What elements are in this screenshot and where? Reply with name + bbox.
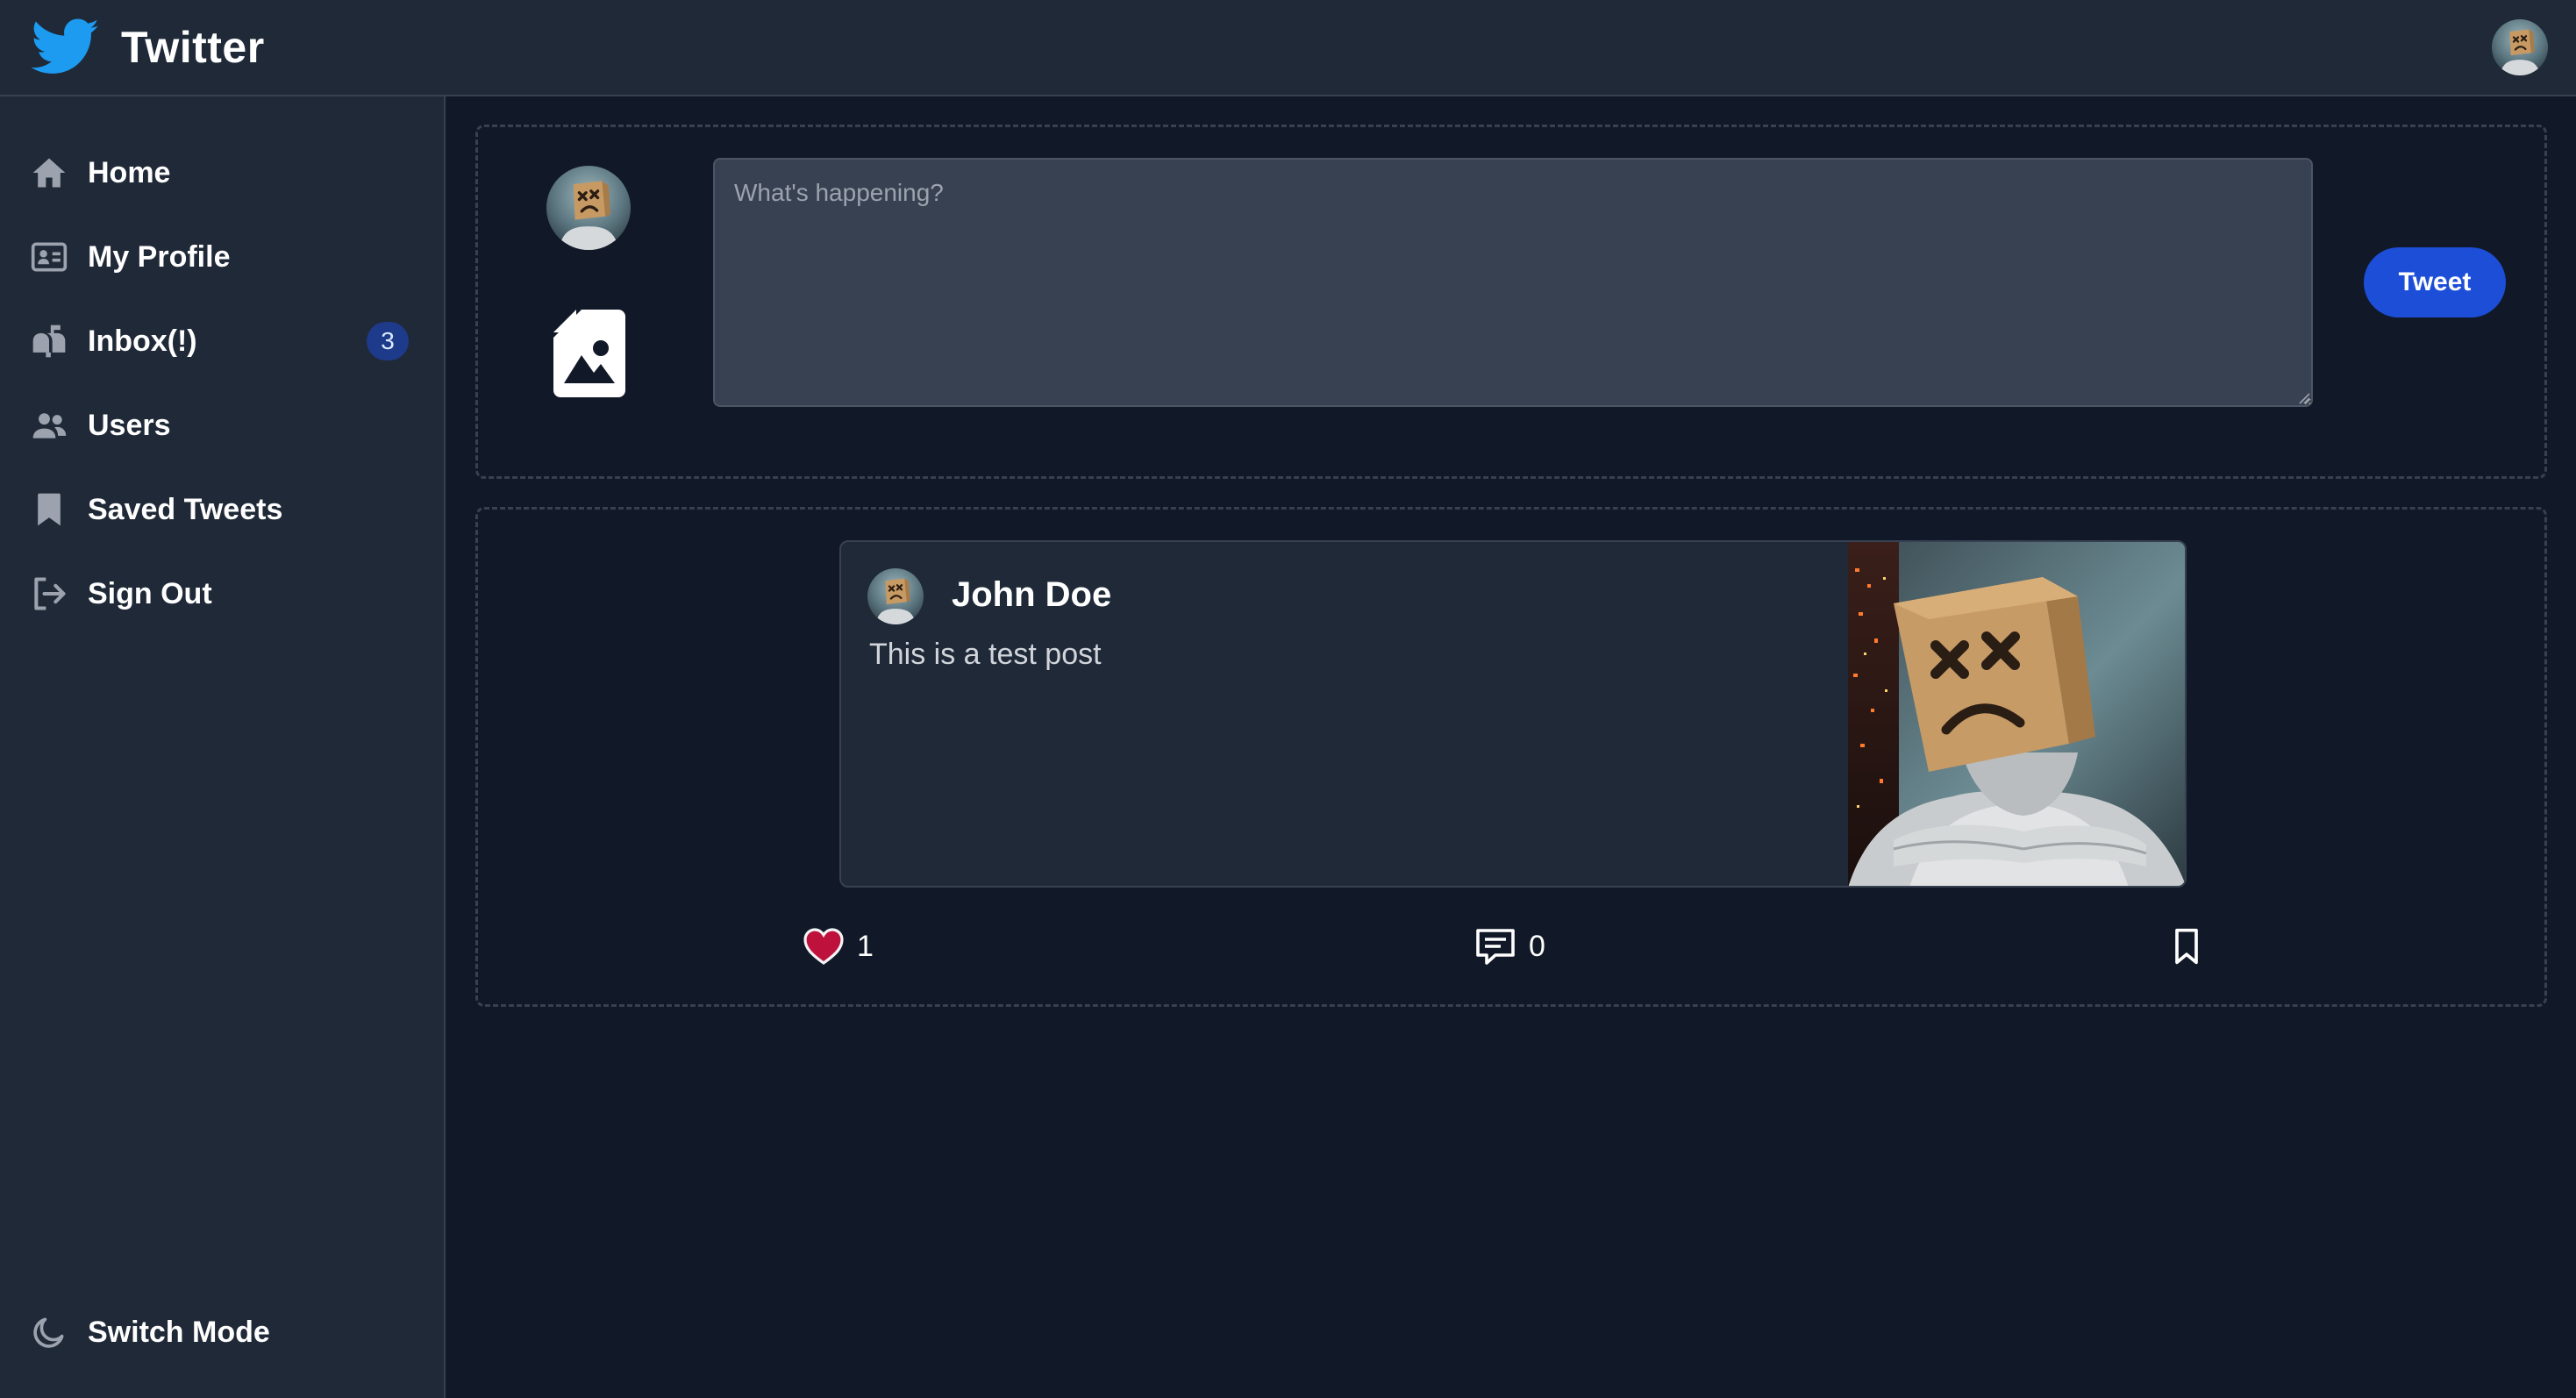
heart-icon <box>803 928 844 965</box>
sidebar-item-label: Inbox(!) <box>88 325 197 358</box>
resize-grip-icon[interactable] <box>2298 392 2310 404</box>
tweet-feed: John Doe This is a test post 1 0 <box>475 507 2547 1007</box>
like-count: 1 <box>857 930 874 963</box>
comment-button[interactable]: 0 <box>1474 922 1553 971</box>
image-file-icon[interactable] <box>553 310 625 397</box>
sidebar-item-users[interactable]: Users <box>0 388 444 463</box>
avatar-image <box>2492 19 2548 75</box>
id-card-icon <box>31 242 68 272</box>
sidebar-item-label: Sign Out <box>88 577 212 610</box>
sidebar-item-label: Users <box>88 409 171 442</box>
tweet-input[interactable] <box>713 158 2313 407</box>
unread-badge: 3 <box>367 322 409 360</box>
moon-icon <box>33 1317 64 1348</box>
tweet-card[interactable]: John Doe This is a test post <box>839 540 2187 888</box>
tweet-image[interactable] <box>1848 542 2187 888</box>
twitter-bird-icon[interactable] <box>32 18 100 77</box>
sidebar-item-label: My Profile <box>88 240 231 274</box>
tweet-composer: Tweet <box>475 125 2547 479</box>
bookmark-icon <box>2175 928 2198 965</box>
home-icon <box>32 158 66 188</box>
sidebar-item-sign-out[interactable]: Sign Out <box>0 556 444 631</box>
top-bar: Twitter <box>0 0 2576 96</box>
app-title[interactable]: Twitter <box>121 19 265 75</box>
sidebar-item-inbox[interactable]: Inbox(!) 3 <box>0 303 444 379</box>
tweet-text: This is a test post <box>869 638 1102 671</box>
tweet-author[interactable]: John Doe <box>952 570 1111 619</box>
sign-out-icon <box>34 577 66 610</box>
author-avatar[interactable] <box>867 568 924 624</box>
switch-mode-label: Switch Mode <box>88 1316 270 1349</box>
user-avatar[interactable] <box>2492 19 2548 75</box>
sidebar-item-saved-tweets[interactable]: Saved Tweets <box>0 472 444 547</box>
composer-avatar <box>546 166 631 250</box>
sidebar-item-label: Home <box>88 156 171 189</box>
sidebar-item-my-profile[interactable]: My Profile <box>0 219 444 295</box>
comment-count: 0 <box>1529 930 1545 963</box>
users-icon <box>32 413 67 439</box>
like-button[interactable]: 1 <box>803 922 881 971</box>
mailbox-icon <box>32 325 66 358</box>
avatar-image <box>546 166 631 250</box>
sidebar: Home My Profile Inbox(!) 3 Users Saved T… <box>0 96 446 1398</box>
switch-mode-button[interactable]: Switch Mode <box>0 1295 444 1370</box>
avatar-image <box>867 568 924 624</box>
sidebar-item-label: Saved Tweets <box>88 493 283 526</box>
sidebar-item-home[interactable]: Home <box>0 135 444 210</box>
save-tweet-button[interactable] <box>2166 922 2208 971</box>
comment-icon <box>1476 929 1515 965</box>
bookmark-icon <box>38 493 61 526</box>
tweet-button[interactable]: Tweet <box>2364 247 2506 317</box>
